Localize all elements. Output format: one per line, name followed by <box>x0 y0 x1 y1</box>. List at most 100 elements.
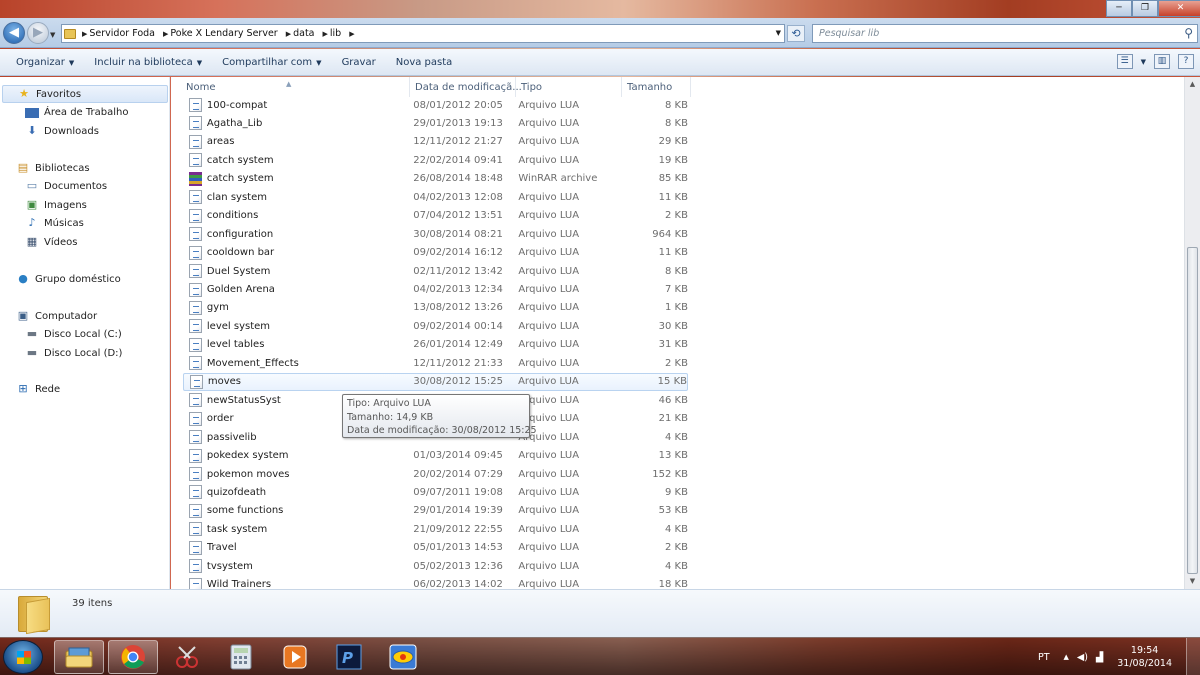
taskbar-calculator[interactable] <box>216 640 266 674</box>
clock[interactable]: 19:54 31/08/2014 <box>1117 644 1172 670</box>
nav-libraries[interactable]: ▤ Bibliotecas <box>16 162 90 174</box>
file-row[interactable]: some functions 29/01/2014 19:39 Arquivo LU… <box>183 502 688 520</box>
column-header-size[interactable]: Tamanho <box>622 77 691 97</box>
network-tray-icon[interactable]: ▟ <box>1096 652 1103 663</box>
file-row[interactable]: catch system 26/08/2014 18:48 WinRAR archi… <box>183 170 688 188</box>
taskbar-chrome[interactable] <box>108 640 158 674</box>
taskbar-snipping[interactable] <box>162 640 212 674</box>
preview-pane-button[interactable]: ▥ <box>1154 54 1170 69</box>
file-row[interactable]: gym 13/08/2012 13:26 Arquivo LUA 1 KB <box>183 299 688 317</box>
nav-computer[interactable]: ▣ Computador <box>16 310 97 322</box>
file-size: 4 KB <box>665 523 688 535</box>
nav-homegroup[interactable]: ● Grupo doméstico <box>16 273 121 285</box>
breadcrumb-item[interactable]: lib <box>330 28 341 39</box>
nav-videos[interactable]: ▦ Vídeos <box>25 236 78 248</box>
chevron-right-icon[interactable]: ▶ <box>163 30 168 38</box>
scroll-down-icon[interactable]: ▼ <box>1185 574 1200 588</box>
breadcrumb-item[interactable]: data <box>293 28 314 39</box>
file-size: 85 KB <box>658 173 689 185</box>
burn-button[interactable]: Gravar <box>332 54 386 71</box>
taskbar-pokemon-game[interactable] <box>378 640 428 674</box>
file-row[interactable]: conditions 07/04/2012 13:51 Arquivo LUA 2 K… <box>183 207 688 225</box>
back-button[interactable]: ◀ <box>3 22 25 44</box>
share-with-menu[interactable]: Compartilhar com ▼ <box>212 54 331 71</box>
file-row[interactable]: Golden Arena 04/02/2013 12:34 Arquivo LUA 7… <box>183 281 688 299</box>
network-icon: ⊞ <box>18 382 28 395</box>
new-folder-button[interactable]: Nova pasta <box>386 54 463 71</box>
file-row[interactable]: pokemon moves 20/02/2014 07:29 Arquivo LUA… <box>183 465 688 483</box>
chevron-right-icon[interactable]: ▶ <box>323 30 328 38</box>
file-row[interactable]: clan system 04/02/2013 12:08 Arquivo LUA 11… <box>183 188 688 206</box>
address-bar[interactable]: ▶ Servidor Foda ▶ Poke X Lendary Server … <box>61 24 785 43</box>
include-library-menu[interactable]: Incluir na biblioteca ▼ <box>84 54 212 71</box>
nav-desktop[interactable]: Área de Trabalho <box>25 107 128 118</box>
file-row[interactable]: tvsystem 05/02/2013 12:36 Arquivo LUA 4 KB <box>183 557 688 575</box>
language-indicator[interactable]: PT <box>1038 652 1050 663</box>
search-input[interactable]: Pesquisar lib ⚲ <box>812 24 1198 43</box>
column-header-type[interactable]: Tipo <box>516 77 622 97</box>
nav-documents[interactable]: ▭ Documentos <box>25 180 107 192</box>
file-row[interactable]: areas 12/11/2012 21:27 Arquivo LUA 29 KB <box>183 133 688 151</box>
file-row[interactable]: 100-compat 08/01/2012 20:05 Arquivo LUA 8 K… <box>183 96 688 114</box>
file-row[interactable]: level tables 26/01/2014 12:49 Arquivo LUA 3… <box>183 336 688 354</box>
column-header-date[interactable]: Data de modificaçã... <box>410 77 522 97</box>
file-row[interactable]: configuration 30/08/2014 08:21 Arquivo LUA… <box>183 225 688 243</box>
address-dropdown-icon[interactable]: ▼ <box>776 29 781 37</box>
file-row[interactable]: cooldown bar 09/02/2014 16:12 Arquivo LUA 1… <box>183 244 688 262</box>
close-button[interactable]: ✕ <box>1158 0 1200 17</box>
nav-disk-d[interactable]: ▬ Disco Local (D:) <box>25 347 123 359</box>
taskbar-media-player[interactable] <box>270 640 320 674</box>
view-dropdown-icon[interactable]: ▼ <box>1141 58 1146 66</box>
chevron-right-icon[interactable]: ▶ <box>286 30 291 38</box>
forward-button[interactable]: ▶ <box>27 22 49 44</box>
taskbar-explorer[interactable] <box>54 640 104 674</box>
organize-menu[interactable]: Organizar ▼ <box>6 54 84 71</box>
refresh-button[interactable]: ⟲ <box>787 25 805 42</box>
file-type: Arquivo LUA <box>518 228 580 240</box>
minimize-button[interactable]: ─ <box>1106 0 1132 17</box>
column-header-name[interactable]: ▲ Nome <box>171 77 410 97</box>
file-row[interactable]: Travel 05/01/2013 14:53 Arquivo LUA 2 KB <box>183 539 688 557</box>
vertical-scrollbar[interactable]: ▲ ▼ <box>1184 77 1200 589</box>
volume-icon[interactable]: ◀) <box>1077 652 1088 663</box>
file-row[interactable]: pokedex system 01/03/2014 09:45 Arquivo LU… <box>183 447 688 465</box>
scroll-up-icon[interactable]: ▲ <box>1185 77 1200 91</box>
file-type: Arquivo LUA <box>518 99 580 111</box>
computer-icon: ▣ <box>17 309 29 322</box>
nav-music[interactable]: ♪ Músicas <box>25 217 83 229</box>
file-row[interactable]: quizofdeath 09/07/2011 19:08 Arquivo LUA 9 … <box>183 483 688 501</box>
file-date: 04/02/2013 12:08 <box>413 191 503 203</box>
lua-file-icon <box>189 577 202 589</box>
chevron-right-icon[interactable]: ▶ <box>82 30 87 38</box>
file-row[interactable]: moves 30/08/2012 15:25 Arquivo LUA 15 KB <box>183 372 688 391</box>
nav-downloads[interactable]: ⬇ Downloads <box>25 125 99 137</box>
file-row[interactable]: Duel System 02/11/2012 13:42 Arquivo LUA 8 … <box>183 262 688 280</box>
change-view-button[interactable]: ☰ <box>1116 54 1133 69</box>
file-row[interactable]: catch system 22/02/2014 09:41 Arquivo LUA 1… <box>183 151 688 169</box>
start-button[interactable] <box>3 640 43 674</box>
file-row[interactable]: Wild Trainers 06/02/2013 14:02 Arquivo LUA… <box>183 576 688 589</box>
history-dropdown-icon[interactable]: ▼ <box>50 31 55 39</box>
snipping-tool-icon <box>176 646 198 668</box>
file-date: 12/11/2012 21:27 <box>413 136 503 148</box>
file-row[interactable]: task system 21/09/2012 22:55 Arquivo LUA 4 … <box>183 520 688 538</box>
navigation-pane: ★ Favoritos Área de Trabalho ⬇ Downloads ▤… <box>0 77 170 589</box>
file-row[interactable]: Agatha_Lib 29/01/2013 19:13 Arquivo LUA 8 K… <box>183 114 688 132</box>
nav-label: Imagens <box>44 199 87 211</box>
chevron-right-icon[interactable]: ▶ <box>349 30 354 38</box>
breadcrumb-item[interactable]: Servidor Foda <box>89 28 155 39</box>
nav-favorites[interactable]: ★ Favoritos <box>2 85 168 103</box>
file-row[interactable]: Movement_Effects 12/11/2012 21:33 Arquivo … <box>183 354 688 372</box>
show-desktop-button[interactable] <box>1186 638 1200 675</box>
maximize-button[interactable]: ❐ <box>1132 0 1158 17</box>
nav-disk-c[interactable]: ▬ Disco Local (C:) <box>25 328 122 340</box>
help-button[interactable]: ? <box>1178 54 1194 69</box>
command-bar: Organizar ▼ Incluir na biblioteca ▼ Compar… <box>0 49 1200 76</box>
breadcrumb-item[interactable]: Poke X Lendary Server <box>170 28 277 39</box>
nav-images[interactable]: ▣ Imagens <box>25 199 87 211</box>
nav-network[interactable]: ⊞ Rede <box>16 383 60 395</box>
file-row[interactable]: level system 09/02/2014 00:14 Arquivo LUA 3… <box>183 317 688 335</box>
taskbar-pascal[interactable]: P <box>324 640 374 674</box>
scrollbar-thumb[interactable] <box>1187 247 1198 574</box>
show-hidden-icons-icon[interactable]: ▲ <box>1064 653 1069 661</box>
